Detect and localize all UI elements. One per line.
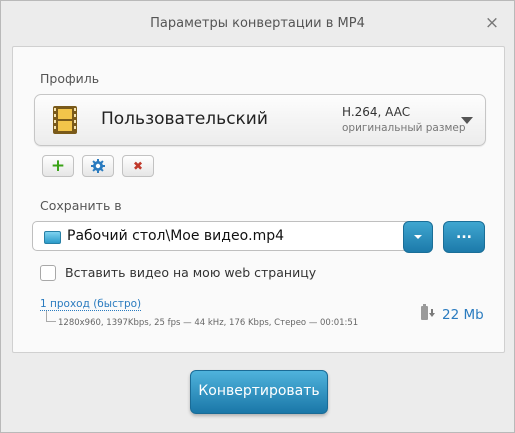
plus-icon: +: [50, 156, 66, 176]
encoding-pass-link[interactable]: 1 проход (быстро): [40, 298, 142, 311]
embed-checkbox[interactable]: [40, 265, 56, 281]
dialog-title: Параметры конвертации в MP4: [150, 16, 365, 31]
profile-codec: H.264, AAC: [342, 105, 411, 119]
profile-size: оригинальный размер: [342, 122, 466, 134]
folder-icon: [44, 231, 61, 244]
output-path-value: Рабочий стол\Мое видео.mp4: [67, 228, 285, 244]
encoding-details: 1280x960, 1397Kbps, 25 fps — 44 kHz, 176…: [58, 318, 359, 328]
gear-icon: [91, 159, 105, 173]
delete-profile-button[interactable]: ✖: [122, 155, 154, 177]
browse-button[interactable]: ...: [443, 221, 485, 253]
chevron-down-icon: [461, 117, 473, 124]
add-profile-button[interactable]: +: [42, 155, 74, 177]
details-connector: [46, 311, 56, 322]
profile-label: Профиль: [40, 71, 100, 86]
estimated-size: 22 Mb: [442, 307, 484, 323]
profile-dropdown[interactable]: Пользовательский H.264, AAC оригинальный…: [34, 94, 486, 146]
edit-profile-button[interactable]: [82, 155, 114, 177]
file-size-icon: [421, 304, 435, 320]
path-history-dropdown[interactable]: [403, 221, 433, 253]
convert-button[interactable]: Конвертировать: [190, 370, 328, 414]
embed-label[interactable]: Вставить видео на мою web страницу: [65, 265, 316, 280]
profile-name: Пользовательский: [101, 109, 268, 129]
title-bar: Параметры конвертации в MP4 ×: [1, 1, 514, 45]
remove-icon: ✖: [132, 159, 144, 173]
settings-panel: Профиль Пользовательский H.264, AAC ориг…: [12, 46, 505, 353]
film-strip-icon: [53, 106, 77, 134]
save-to-label: Сохранить в: [40, 198, 122, 213]
conversion-dialog: Параметры конвертации в MP4 × Профиль По…: [0, 0, 515, 433]
close-button[interactable]: ×: [484, 15, 500, 32]
output-path-field[interactable]: Рабочий стол\Мое видео.mp4: [32, 221, 431, 251]
